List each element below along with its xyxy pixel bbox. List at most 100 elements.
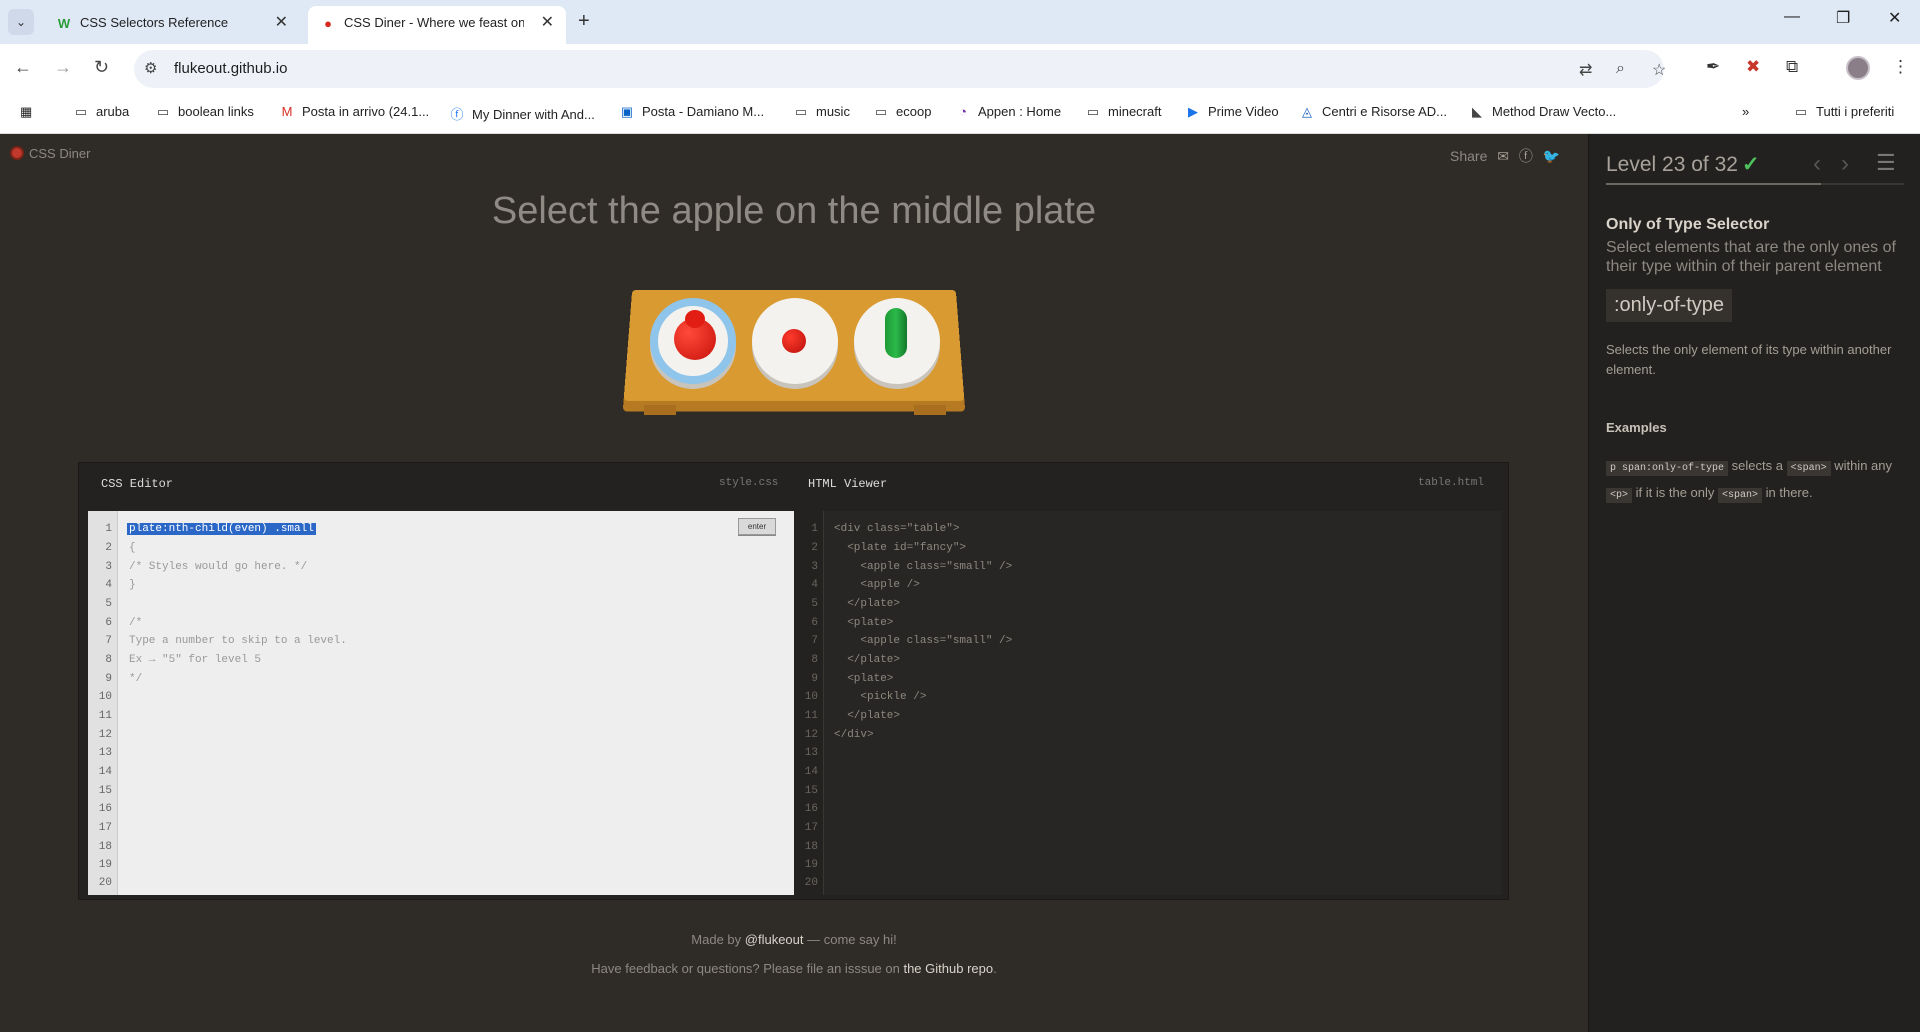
- profile-avatar[interactable]: [1846, 56, 1870, 80]
- url-text[interactable]: flukeout.github.io: [174, 60, 287, 77]
- bookmark-link[interactable]: M Posta in arrivo (24.1...: [278, 104, 430, 119]
- html-line[interactable]: <apple />: [834, 579, 919, 591]
- facebook-share-icon[interactable]: ⓕ: [1519, 148, 1533, 164]
- bookmark-label: Posta - Damiano M...: [642, 104, 765, 119]
- flukeout-link[interactable]: @flukeout: [745, 932, 804, 947]
- eyedropper-extension-icon[interactable]: ✒: [1706, 57, 1720, 77]
- twitter-share-icon[interactable]: 🐦: [1543, 148, 1560, 164]
- next-level-icon[interactable]: ›: [1841, 150, 1849, 177]
- omnibox[interactable]: ⚙ flukeout.github.io ⇄ ⌕ ☆: [134, 50, 1666, 88]
- forward-icon[interactable]: →: [54, 57, 72, 78]
- bookmark-folder[interactable]: ▭ music: [792, 104, 850, 120]
- html-line[interactable]: <div class="table">: [834, 523, 959, 535]
- bookmark-link[interactable]: ◣ Method Draw Vecto...: [1468, 104, 1616, 120]
- extension-x-icon[interactable]: ✖: [1746, 57, 1760, 77]
- facebook-icon: ⓕ: [450, 107, 464, 122]
- zoom-icon[interactable]: ⌕: [1616, 60, 1625, 78]
- bookmark-star-icon[interactable]: ☆: [1652, 60, 1666, 80]
- bookmark-folder[interactable]: ▭ boolean links: [154, 104, 254, 120]
- browser-tab-active[interactable]: ● CSS Diner - Where we feast on ✕: [308, 6, 566, 44]
- browser-tab-bar: ⌄ W CSS Selectors Reference ✕ ● CSS Dine…: [0, 0, 1920, 44]
- plate[interactable]: [752, 298, 838, 384]
- html-line[interactable]: <pickle />: [834, 691, 926, 703]
- table-leg: [914, 405, 946, 415]
- restore-icon[interactable]: ❐: [1836, 8, 1850, 28]
- example-code: <span>: [1718, 488, 1763, 503]
- css-line: /*: [129, 617, 143, 629]
- close-window-icon[interactable]: ✕: [1888, 8, 1901, 28]
- fancy-plate[interactable]: [650, 298, 736, 384]
- enter-button[interactable]: enter: [738, 518, 776, 535]
- selector-input[interactable]: plate:nth-child(even) .small: [127, 523, 316, 535]
- more-bookmarks-icon[interactable]: »: [1742, 104, 1749, 119]
- level-menu-icon[interactable]: ☰: [1876, 150, 1896, 176]
- bookmark-link[interactable]: ◔ Appen : Home: [954, 104, 1061, 119]
- html-line[interactable]: <apple class="small" />: [834, 635, 1012, 647]
- github-repo-link[interactable]: the Github repo: [903, 961, 993, 976]
- pickle[interactable]: [885, 308, 907, 358]
- back-icon[interactable]: ←: [14, 57, 32, 78]
- html-line[interactable]: <plate id="fancy">: [834, 542, 966, 554]
- footer-text: Have feedback or questions? Please file …: [591, 961, 904, 976]
- html-line[interactable]: <apple class="small" />: [834, 561, 1012, 573]
- example-code: <p>: [1606, 488, 1633, 503]
- bookmark-label: ecoop: [896, 104, 932, 119]
- examples-heading: Examples: [1606, 420, 1667, 435]
- extensions-puzzle-icon[interactable]: ⧉: [1786, 57, 1798, 77]
- wordpress-favicon-icon: W: [57, 16, 71, 31]
- example-text: within any: [1830, 458, 1892, 473]
- apple-small[interactable]: [685, 310, 705, 328]
- email-share-icon[interactable]: ✉: [1497, 148, 1509, 164]
- apple-small[interactable]: [782, 329, 806, 353]
- browser-menu-icon[interactable]: ⋮: [1892, 57, 1909, 77]
- plate[interactable]: [854, 298, 940, 384]
- close-tab-icon[interactable]: ✕: [541, 6, 554, 39]
- bookmark-link[interactable]: ▣ Posta - Damiano M...: [618, 104, 764, 120]
- bookmark-label: Appen : Home: [978, 104, 1062, 119]
- bookmark-label: Method Draw Vecto...: [1492, 104, 1617, 119]
- table-leg: [644, 405, 676, 415]
- bookmark-folder[interactable]: ▭ minecraft: [1084, 104, 1162, 120]
- html-line[interactable]: </plate>: [834, 598, 900, 610]
- folder-icon: ▭: [74, 104, 88, 119]
- bookmark-folder[interactable]: ▭ aruba: [72, 104, 129, 120]
- close-tab-icon[interactable]: ✕: [275, 6, 288, 39]
- site-info-icon[interactable]: ⚙: [144, 59, 157, 77]
- bookmark-label: aruba: [96, 104, 130, 119]
- translate-icon[interactable]: ⇄: [1579, 60, 1592, 80]
- previous-level-icon[interactable]: ‹: [1813, 150, 1821, 177]
- bookmark-link[interactable]: ▶ Prime Video: [1184, 104, 1279, 120]
- html-line[interactable]: <plate>: [834, 617, 893, 629]
- apps-grid-icon[interactable]: ▦: [20, 104, 32, 120]
- html-line[interactable]: <plate>: [834, 673, 893, 685]
- level-progress-bar: [1606, 183, 1904, 185]
- html-file-name: table.html: [1418, 477, 1485, 489]
- html-line[interactable]: </div>: [834, 729, 874, 741]
- bookmark-link[interactable]: ⓕ My Dinner with And...: [448, 104, 594, 123]
- app-logo[interactable]: CSS Diner: [10, 146, 90, 161]
- example-text: if it is the only: [1632, 485, 1718, 500]
- css-line: {: [129, 542, 136, 554]
- minimize-icon[interactable]: —: [1784, 8, 1800, 26]
- html-viewer-title: HTML Viewer: [808, 477, 888, 491]
- method-draw-icon: ◣: [1472, 104, 1482, 119]
- level-text: Level 23 of 32: [1606, 153, 1738, 176]
- html-line[interactable]: </plate>: [834, 710, 900, 722]
- adobe-icon: ◬: [1302, 104, 1312, 119]
- reload-icon[interactable]: ↻: [94, 57, 109, 78]
- html-line[interactable]: </plate>: [834, 654, 900, 666]
- bookmark-link[interactable]: ◬ Centri e Risorse AD...: [1298, 104, 1447, 120]
- level-sidebar: Level 23 of 32 ✓ ‹ › ☰ Only of Type Selec…: [1588, 134, 1920, 1032]
- completed-check-icon: ✓: [1741, 153, 1760, 176]
- new-tab-icon[interactable]: +: [578, 10, 590, 33]
- all-bookmarks-folder[interactable]: ▭ Tutti i preferiti: [1792, 104, 1894, 120]
- tab-search-button[interactable]: ⌄: [8, 9, 34, 35]
- share-label: Share: [1450, 148, 1488, 164]
- bookmark-folder[interactable]: ▭ ecoop: [872, 104, 932, 120]
- folder-icon: ▭: [794, 104, 808, 119]
- browser-tab[interactable]: W CSS Selectors Reference ✕: [44, 6, 300, 44]
- css-editor[interactable]: 1 2 3 4 5 6 7 8 9 10 11 12 13 14 15 16 17 18 19 20 plate:nt…: [88, 511, 794, 895]
- html-line-numbers: 1 2 3 4 5 6 7 8 9 10 11 12 13 14 15 16 17 18 19 20: [794, 511, 824, 895]
- css-line: Ex → "5" for level 5: [129, 654, 262, 666]
- selector-hint: Selects the only element of its type wit…: [1606, 342, 1892, 377]
